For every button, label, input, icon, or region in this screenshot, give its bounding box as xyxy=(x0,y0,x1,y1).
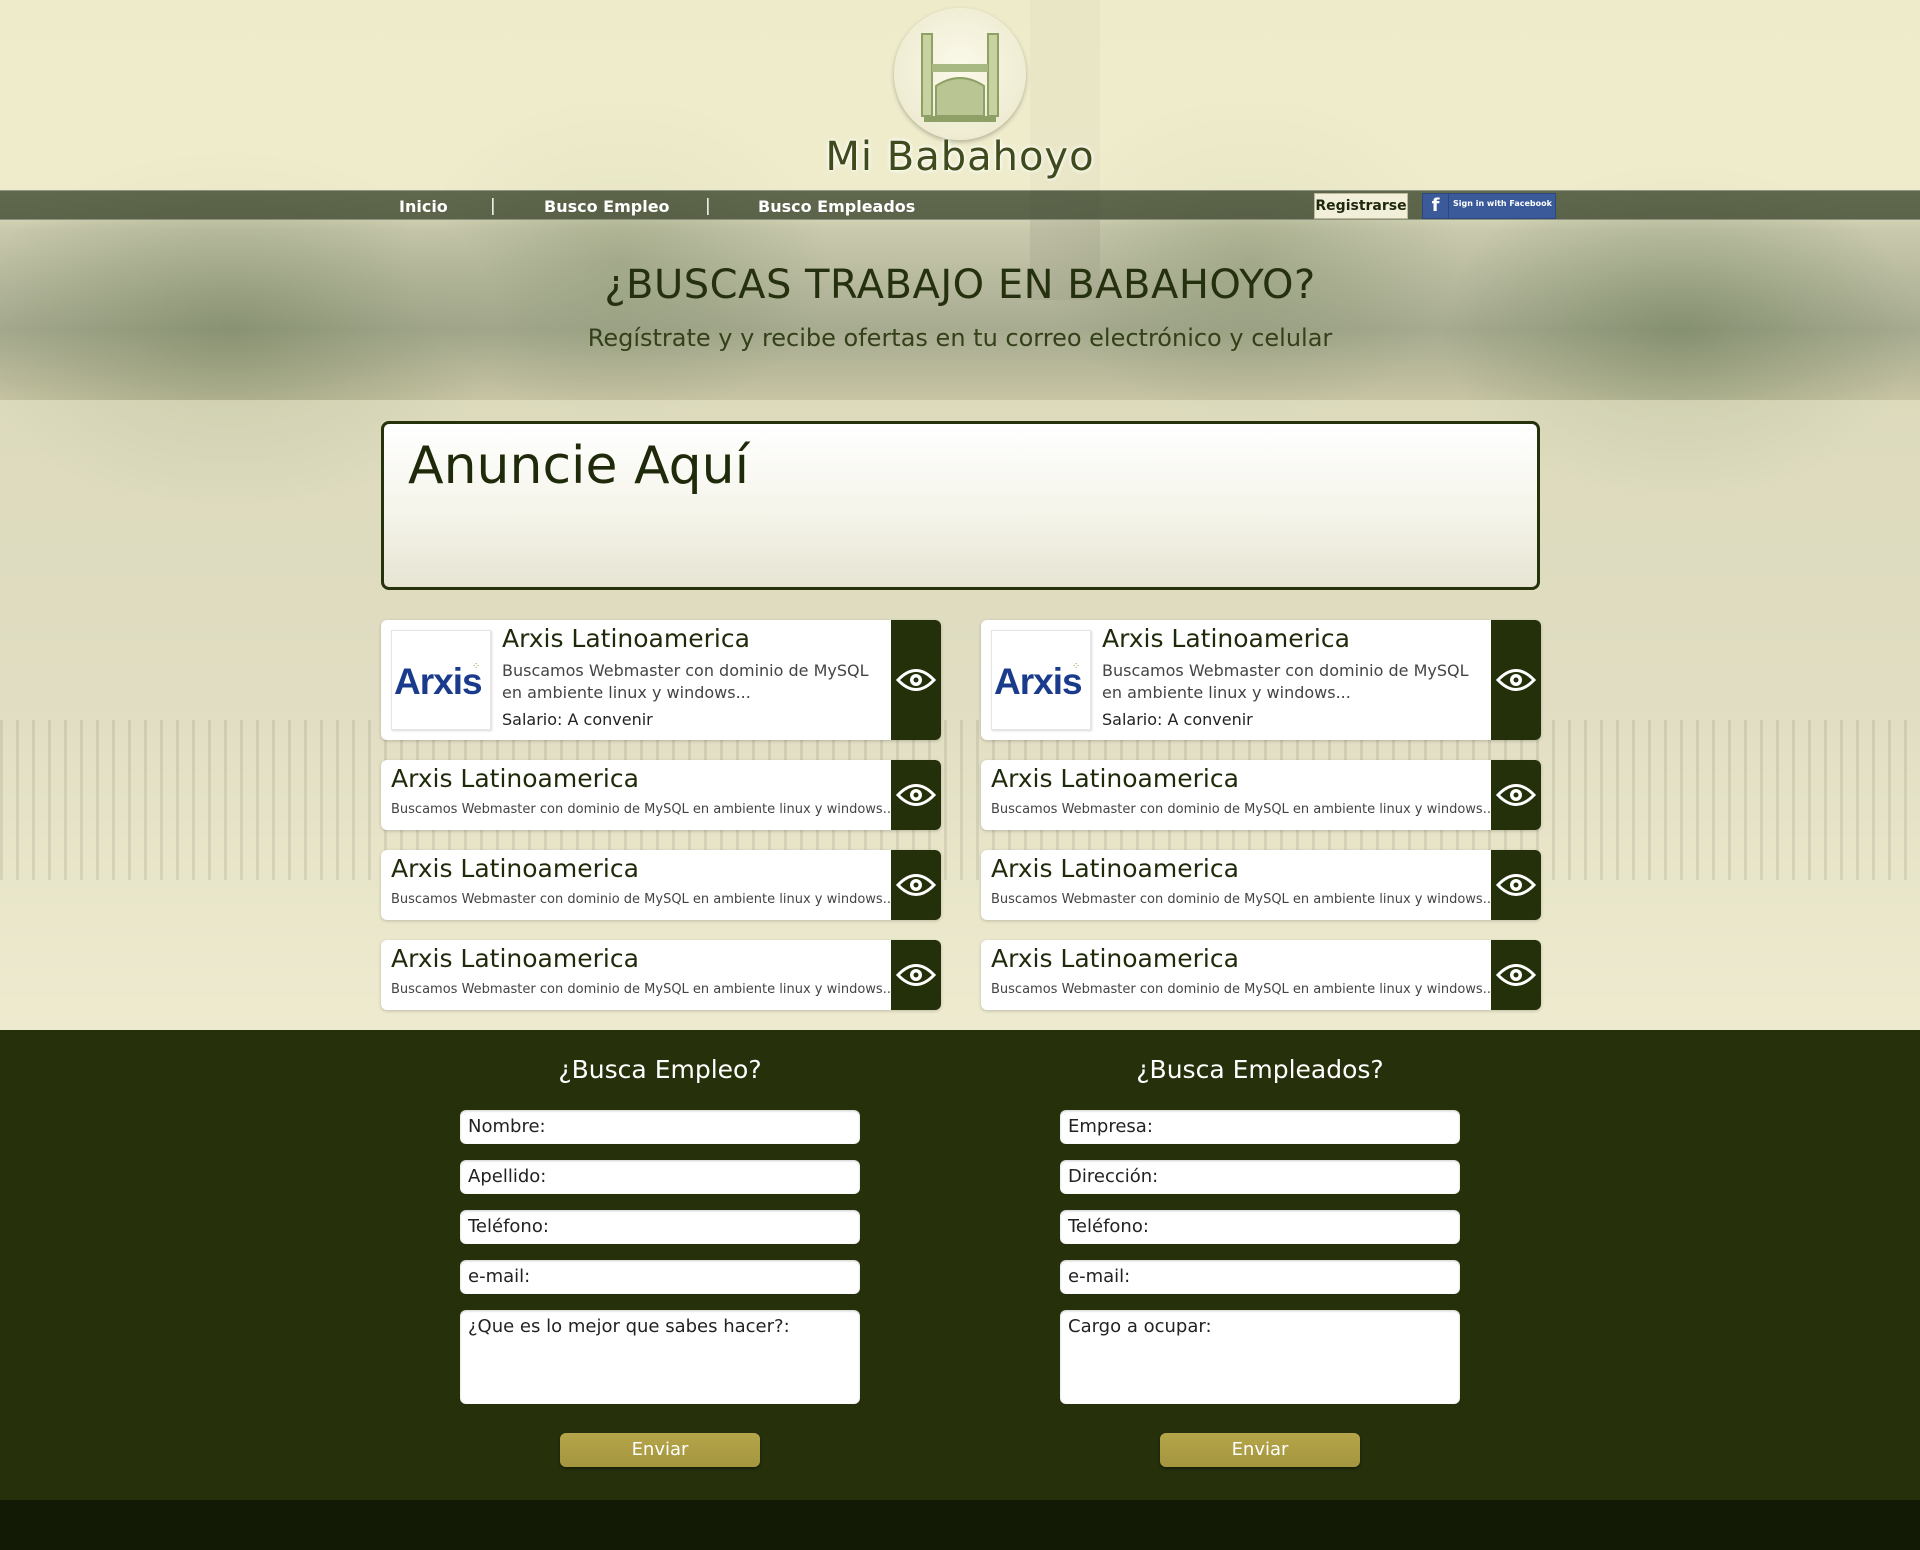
view-job-button[interactable] xyxy=(891,760,941,830)
job-company: Arxis Latinoamerica xyxy=(391,854,639,883)
view-job-button[interactable] xyxy=(1491,940,1541,1010)
footer-bottom-bar xyxy=(0,1500,1920,1550)
email-field[interactable]: e-mail: xyxy=(1060,1260,1460,1294)
facebook-signin-label: Sign in with Facebook xyxy=(1453,199,1552,208)
telefono-label: Teléfono: xyxy=(468,1216,549,1237)
company-logo: Arxis ⁘ xyxy=(991,630,1091,730)
company-logo-dots: ⁘ xyxy=(472,661,481,672)
job-company: Arxis Latinoamerica xyxy=(991,764,1239,793)
job-description: Buscamos Webmaster con dominio de MySQL … xyxy=(391,982,896,997)
facebook-icon: f xyxy=(1423,194,1449,218)
job-description: Buscamos Webmaster con dominio de MySQL … xyxy=(991,982,1496,997)
job-seeker-form-title: ¿Busca Empleo? xyxy=(558,1055,762,1084)
job-card[interactable]: Arxis Latinoamerica Buscamos Webmaster c… xyxy=(981,850,1541,920)
job-company: Arxis Latinoamerica xyxy=(391,944,639,973)
nav-busco-empleados[interactable]: Busco Empleados xyxy=(758,197,915,216)
direccion-label: Dirección: xyxy=(1068,1166,1159,1187)
eye-icon xyxy=(1496,784,1536,806)
register-button[interactable]: Registrarse xyxy=(1314,193,1408,219)
job-description: Buscamos Webmaster con dominio de MySQL … xyxy=(391,892,896,907)
eye-icon xyxy=(896,964,936,986)
ad-banner[interactable]: Anuncie Aquí xyxy=(381,421,1540,590)
job-card[interactable]: Arxis Latinoamerica Buscamos Webmaster c… xyxy=(381,940,941,1010)
view-job-button[interactable] xyxy=(1491,760,1541,830)
job-description: Buscamos Webmaster con dominio de MySQL … xyxy=(1102,661,1469,702)
telefono-field[interactable]: Teléfono: xyxy=(1060,1210,1460,1244)
skills-textarea[interactable]: ¿Que es lo mejor que sabes hacer?: xyxy=(460,1310,860,1404)
job-card[interactable]: Arxis Latinoamerica Buscamos Webmaster c… xyxy=(381,850,941,920)
nav-separator: | xyxy=(705,196,711,216)
job-description: Buscamos Webmaster con dominio de MySQL … xyxy=(991,892,1496,907)
eye-icon xyxy=(1496,874,1536,896)
job-company: Arxis Latinoamerica xyxy=(1102,624,1350,653)
telefono-field[interactable]: Teléfono: xyxy=(460,1210,860,1244)
company-logo: Arxis ⁘ xyxy=(391,630,491,730)
job-card[interactable]: Arxis Latinoamerica Buscamos Webmaster c… xyxy=(381,760,941,830)
view-job-button[interactable] xyxy=(1491,620,1541,740)
nav-separator: | xyxy=(490,196,496,216)
job-company: Arxis Latinoamerica xyxy=(991,944,1239,973)
empresa-field[interactable]: Empresa: xyxy=(1060,1110,1460,1144)
job-card[interactable]: Arxis Latinoamerica Buscamos Webmaster c… xyxy=(981,760,1541,830)
facebook-signin-button[interactable]: f Sign in with Facebook xyxy=(1422,193,1556,219)
direccion-field[interactable]: Dirección: xyxy=(1060,1160,1460,1194)
employer-form-title: ¿Busca Empleados? xyxy=(1136,1055,1384,1084)
job-description: Buscamos Webmaster con dominio de MySQL … xyxy=(502,661,869,702)
logo-wordmark: Mi Babahoyo xyxy=(825,134,1095,180)
hero-title: ¿BUSCAS TRABAJO EN BABAHOYO? xyxy=(604,262,1316,308)
job-company: Arxis Latinoamerica xyxy=(502,624,750,653)
email-label: e-mail: xyxy=(1068,1266,1131,1287)
top-nav-bar: Inicio | Busco Empleo | Busco Empleados … xyxy=(0,190,1920,220)
empresa-label: Empresa: xyxy=(1068,1116,1153,1137)
employer-submit-button[interactable]: Enviar xyxy=(1160,1433,1360,1467)
job-company: Arxis Latinoamerica xyxy=(391,764,639,793)
company-logo-text: Arxis xyxy=(994,661,1083,702)
job-description: Buscamos Webmaster con dominio de MySQL … xyxy=(391,802,896,817)
ad-banner-title: Anuncie Aquí xyxy=(408,436,750,496)
job-card-featured[interactable]: Arxis ⁘ Arxis Latinoamerica Buscamos Web… xyxy=(381,620,941,740)
nav-inicio[interactable]: Inicio xyxy=(399,197,448,216)
site-logo[interactable]: Mi Babahoyo xyxy=(820,6,1100,186)
view-job-button[interactable] xyxy=(891,850,941,920)
job-salary: Salario: A convenir xyxy=(502,710,653,729)
apellido-label: Apellido: xyxy=(468,1166,547,1187)
eye-icon xyxy=(1496,964,1536,986)
job-seeker-submit-button[interactable]: Enviar xyxy=(560,1433,760,1467)
job-description: Buscamos Webmaster con dominio de MySQL … xyxy=(991,802,1496,817)
job-card-featured[interactable]: Arxis ⁘ Arxis Latinoamerica Buscamos Web… xyxy=(981,620,1541,740)
nombre-field[interactable]: Nombre: xyxy=(460,1110,860,1144)
job-company: Arxis Latinoamerica xyxy=(991,854,1239,883)
position-label: Cargo a ocupar: xyxy=(1068,1316,1212,1337)
nombre-label: Nombre: xyxy=(468,1116,546,1137)
view-job-button[interactable] xyxy=(891,940,941,1010)
view-job-button[interactable] xyxy=(891,620,941,740)
hero-subtitle: Regístrate y y recibe ofertas en tu corr… xyxy=(587,324,1333,352)
job-salary: Salario: A convenir xyxy=(1102,710,1253,729)
job-card[interactable]: Arxis Latinoamerica Buscamos Webmaster c… xyxy=(981,940,1541,1010)
background-fence xyxy=(0,720,1920,880)
logo-emblem xyxy=(894,8,1026,140)
eye-icon xyxy=(896,784,936,806)
footer-forms-section: ¿Busca Empleo? Nombre: Apellido: Teléfon… xyxy=(0,1030,1920,1500)
eye-icon xyxy=(1496,669,1536,691)
eye-icon xyxy=(896,874,936,896)
nav-busco-empleo[interactable]: Busco Empleo xyxy=(544,197,670,216)
email-label: e-mail: xyxy=(468,1266,531,1287)
position-textarea[interactable]: Cargo a ocupar: xyxy=(1060,1310,1460,1404)
telefono-label: Teléfono: xyxy=(1068,1216,1149,1237)
company-logo-text: Arxis xyxy=(394,661,483,702)
skills-label: ¿Que es lo mejor que sabes hacer?: xyxy=(468,1316,790,1337)
company-logo-dots: ⁘ xyxy=(1072,661,1081,672)
view-job-button[interactable] xyxy=(1491,850,1541,920)
apellido-field[interactable]: Apellido: xyxy=(460,1160,860,1194)
email-field[interactable]: e-mail: xyxy=(460,1260,860,1294)
eye-icon xyxy=(896,669,936,691)
